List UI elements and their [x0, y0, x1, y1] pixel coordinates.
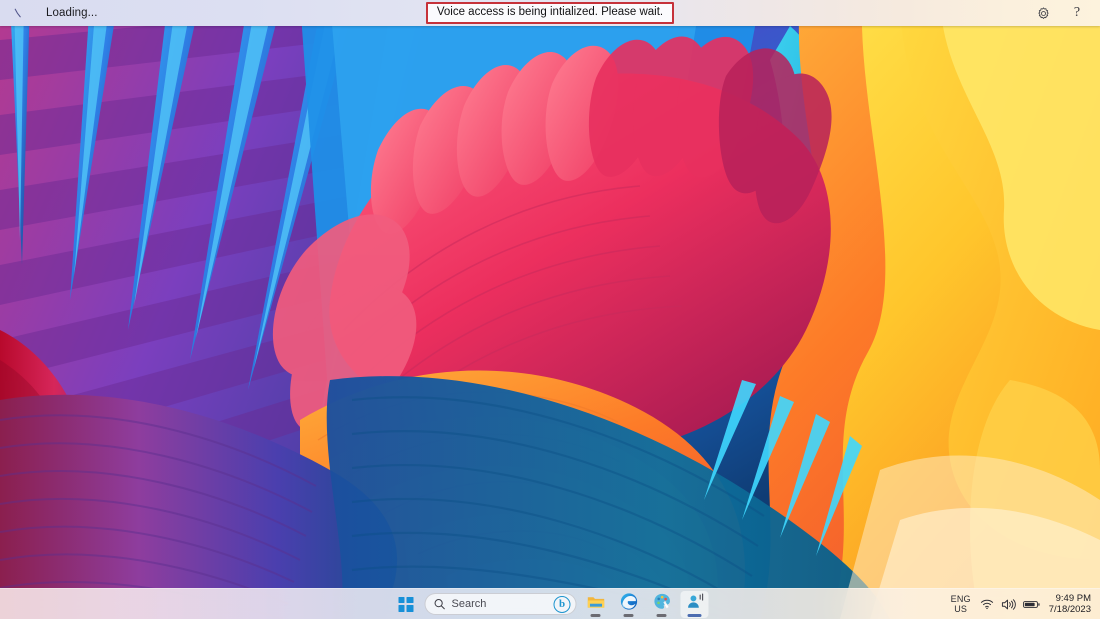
- search-icon: [434, 598, 446, 610]
- voice-access-controls: ?: [900, 4, 1100, 22]
- battery-icon[interactable]: [1023, 599, 1040, 610]
- folder-icon: [586, 593, 605, 616]
- desktop-wallpaper: [0, 0, 1100, 619]
- tray-status-icons[interactable]: [980, 598, 1040, 611]
- loading-spinner-icon: [12, 5, 28, 21]
- bing-chat-icon[interactable]: b: [554, 596, 571, 613]
- gear-icon[interactable]: [1034, 4, 1052, 22]
- volume-icon[interactable]: [1001, 598, 1016, 611]
- system-tray: ENG US: [951, 589, 1100, 619]
- taskbar-center-group: Search b: [392, 589, 709, 619]
- edge-icon: [619, 592, 638, 616]
- windows-logo-icon: [398, 597, 413, 612]
- paint-palette-icon: [652, 592, 671, 616]
- loading-label: Loading...: [46, 7, 98, 19]
- running-indicator: [591, 614, 601, 617]
- running-indicator: [688, 614, 702, 617]
- language-indicator[interactable]: ENG US: [951, 594, 971, 614]
- clock[interactable]: 9:49 PM 7/18/2023: [1049, 593, 1091, 615]
- voice-access-message-area: Voice access is being intialized. Please…: [200, 2, 900, 24]
- help-icon[interactable]: ?: [1068, 4, 1086, 22]
- voice-access-status-area: Loading...: [0, 5, 200, 21]
- taskbar-app-voice-access[interactable]: [681, 591, 709, 618]
- wifi-icon[interactable]: [980, 598, 994, 610]
- taskbar-app-paint[interactable]: [648, 591, 676, 618]
- desktop[interactable]: Loading... Voice access is being intiali…: [0, 0, 1100, 619]
- voice-access-bar: Loading... Voice access is being intiali…: [0, 0, 1100, 26]
- clock-date: 7/18/2023: [1049, 604, 1091, 615]
- search-placeholder: Search: [452, 598, 548, 610]
- running-indicator: [657, 614, 667, 617]
- clock-time: 9:49 PM: [1049, 593, 1091, 604]
- language-primary: ENG: [951, 594, 971, 604]
- search-input[interactable]: Search b: [425, 593, 577, 615]
- voice-access-person-icon: [685, 592, 704, 616]
- status-message: Voice access is being intialized. Please…: [426, 2, 674, 24]
- taskbar-app-file-explorer[interactable]: [582, 591, 610, 618]
- taskbar-app-microsoft-edge[interactable]: [615, 591, 643, 618]
- language-secondary: US: [951, 604, 971, 614]
- start-button[interactable]: [392, 591, 420, 618]
- running-indicator: [624, 614, 634, 617]
- taskbar: Search b: [0, 588, 1100, 619]
